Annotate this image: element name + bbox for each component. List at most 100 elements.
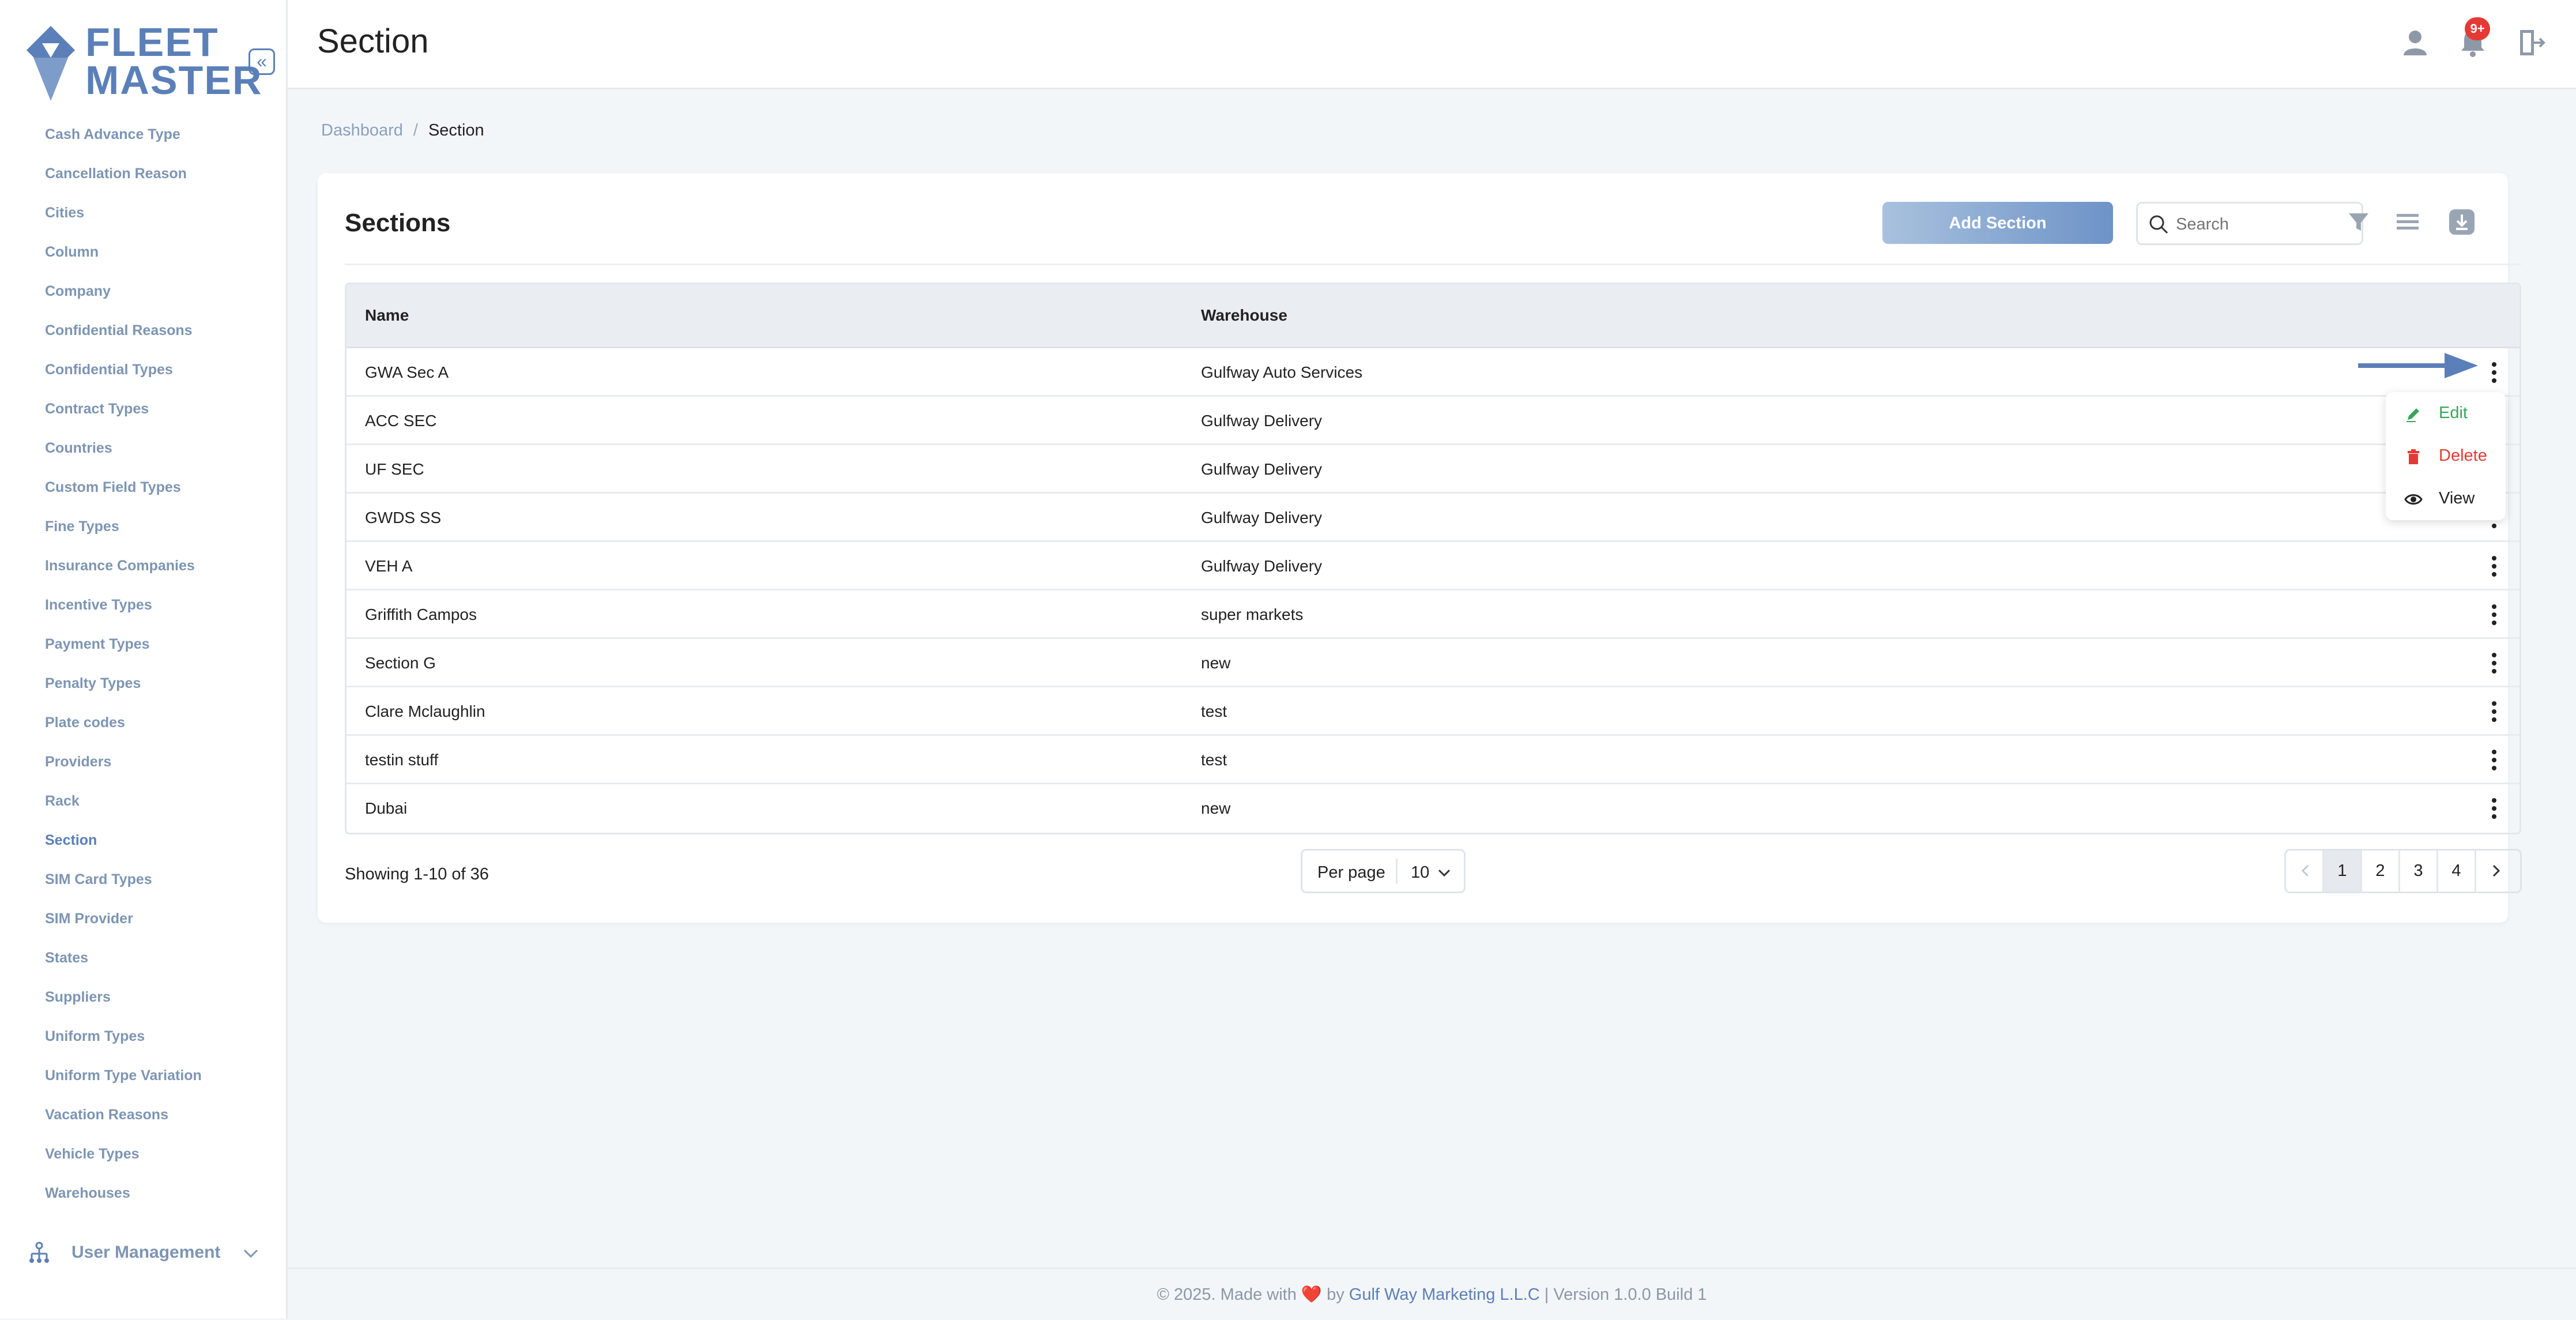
- sidebar-item-countries[interactable]: Countries: [0, 437, 286, 476]
- logo-text: FLEET MASTER: [85, 22, 263, 100]
- pencil-icon: [2406, 408, 2419, 422]
- pagination-prev-button[interactable]: [2286, 851, 2324, 892]
- cell-name: Section G: [365, 654, 436, 672]
- kebab-menu-icon[interactable]: [2485, 552, 2503, 580]
- sidebar-item-sim-provider[interactable]: SIM Provider: [0, 907, 286, 946]
- per-page-value: 10: [1411, 863, 1430, 882]
- table-row[interactable]: testin stuff test: [347, 736, 2519, 784]
- sidebar-item-company[interactable]: Company: [0, 280, 286, 319]
- logout-icon[interactable]: [2513, 25, 2548, 60]
- table-row[interactable]: GWA Sec A Gulfway Auto Services: [347, 348, 2519, 397]
- filter-icon[interactable]: [2344, 208, 2373, 236]
- search-box[interactable]: [2136, 202, 2363, 245]
- row-action-menu: Edit Delete View: [2386, 392, 2506, 520]
- sidebar-group-user-management[interactable]: User Management: [0, 1234, 286, 1274]
- list-columns-icon[interactable]: [2393, 208, 2422, 236]
- fleet-master-logo[interactable]: FLEET MASTER: [22, 22, 262, 104]
- pagination-page-4[interactable]: 4: [2438, 851, 2476, 892]
- cell-warehouse: Gulfway Delivery: [1201, 460, 1323, 478]
- sidebar-item-penalty-types[interactable]: Penalty Types: [0, 672, 286, 711]
- sidebar-item-cities[interactable]: Cities: [0, 201, 286, 240]
- cell-warehouse: new: [1201, 799, 1231, 817]
- sidebar-item-cancellation-reason[interactable]: Cancellation Reason: [0, 162, 286, 201]
- column-header-warehouse[interactable]: Warehouse: [1201, 306, 1287, 325]
- download-icon[interactable]: [2447, 208, 2476, 236]
- sidebar-item-insurance-companies[interactable]: Insurance Companies: [0, 554, 286, 593]
- breadcrumb: Dashboard / Section: [321, 121, 484, 140]
- table-row[interactable]: UF SEC Gulfway Delivery: [347, 445, 2519, 494]
- table-row[interactable]: ACC SEC Gulfway Delivery: [347, 397, 2519, 445]
- pagination-next-button[interactable]: [2476, 851, 2514, 892]
- top-header: Section 9+: [288, 0, 2576, 89]
- card-title: Sections: [345, 209, 451, 237]
- pagination-page-2[interactable]: 2: [2362, 851, 2400, 892]
- sidebar-item-confidential-types[interactable]: Confidential Types: [0, 358, 286, 397]
- heart-icon: ❤️: [1301, 1285, 1323, 1304]
- showing-count: Showing 1-10 of 36: [345, 865, 489, 883]
- sidebar-item-column[interactable]: Column: [0, 240, 286, 280]
- menu-item-delete-label: Delete: [2439, 446, 2487, 465]
- chevron-right-icon: [2492, 864, 2500, 877]
- sidebar-nav: Cash Advance Type Cancellation Reason Citi…: [0, 123, 286, 1221]
- cell-name: Clare Mclaughlin: [365, 702, 485, 720]
- sidebar-item-sim-card-types[interactable]: SIM Card Types: [0, 868, 286, 907]
- kebab-menu-icon[interactable]: [2485, 795, 2503, 822]
- menu-item-edit-label: Edit: [2439, 404, 2468, 422]
- sidebar-item-payment-types[interactable]: Payment Types: [0, 633, 286, 672]
- sidebar-item-states[interactable]: States: [0, 946, 286, 986]
- chevron-down-icon: [1438, 869, 1451, 877]
- search-input[interactable]: [2175, 209, 2356, 239]
- sidebar-item-fine-types[interactable]: Fine Types: [0, 515, 286, 554]
- table-row[interactable]: Griffith Campos super markets: [347, 591, 2519, 639]
- kebab-menu-icon[interactable]: [2485, 746, 2503, 774]
- cell-warehouse: new: [1201, 654, 1231, 672]
- menu-item-view[interactable]: View: [2386, 477, 2506, 519]
- cell-warehouse: test: [1201, 702, 1227, 720]
- sidebar-item-incentive-types[interactable]: Incentive Types: [0, 593, 286, 633]
- sidebar-item-vehicle-types[interactable]: Vehicle Types: [0, 1142, 286, 1182]
- sidebar-item-plate-codes[interactable]: Plate codes: [0, 711, 286, 750]
- table-row[interactable]: Section G new: [347, 639, 2519, 687]
- trash-icon: [2408, 449, 2419, 464]
- menu-item-edit[interactable]: Edit: [2386, 392, 2506, 434]
- table-row[interactable]: Dubai new: [347, 784, 2519, 833]
- user-profile-icon[interactable]: [2398, 25, 2432, 60]
- menu-item-delete[interactable]: Delete: [2386, 435, 2506, 476]
- table-row[interactable]: Clare Mclaughlin test: [347, 687, 2519, 736]
- sidebar-item-warehouses[interactable]: Warehouses: [0, 1182, 286, 1221]
- breadcrumb-dashboard-link[interactable]: Dashboard: [321, 121, 403, 140]
- sidebar-item-confidential-reasons[interactable]: Confidential Reasons: [0, 319, 286, 358]
- sidebar-item-uniform-types[interactable]: Uniform Types: [0, 1025, 286, 1064]
- sidebar-item-rack[interactable]: Rack: [0, 789, 286, 829]
- table-row[interactable]: VEH A Gulfway Delivery: [347, 542, 2519, 591]
- collapse-sidebar-button[interactable]: «: [248, 48, 275, 75]
- eye-icon: [2404, 494, 2423, 505]
- sidebar-item-contract-types[interactable]: Contract Types: [0, 397, 286, 437]
- search-icon: [2149, 215, 2168, 234]
- sidebar-item-suppliers[interactable]: Suppliers: [0, 986, 286, 1025]
- sidebar-item-vacation-reasons[interactable]: Vacation Reasons: [0, 1103, 286, 1142]
- cell-name: GWDS SS: [365, 509, 442, 527]
- kebab-menu-icon[interactable]: [2485, 649, 2503, 677]
- kebab-menu-icon[interactable]: [2485, 359, 2503, 386]
- cell-warehouse: Gulfway Auto Services: [1201, 363, 1363, 381]
- cell-warehouse: test: [1201, 751, 1227, 769]
- pagination-page-3[interactable]: 3: [2400, 851, 2438, 892]
- footer-company-link[interactable]: Gulf Way Marketing L.L.C: [1349, 1285, 1540, 1304]
- notification-count-badge: 9+: [2465, 17, 2490, 40]
- cell-name: GWA Sec A: [365, 363, 449, 381]
- sidebar-item-section[interactable]: Section: [0, 829, 286, 868]
- column-header-name[interactable]: Name: [365, 306, 409, 325]
- per-page-label: Per page: [1317, 863, 1385, 882]
- table-row[interactable]: GWDS SS Gulfway Delivery: [347, 494, 2519, 542]
- per-page-select[interactable]: Per page 10: [1301, 849, 1466, 893]
- add-section-button[interactable]: Add Section: [1882, 202, 2113, 244]
- sidebar-item-uniform-type-variation[interactable]: Uniform Type Variation: [0, 1064, 286, 1103]
- sidebar-item-custom-field-types[interactable]: Custom Field Types: [0, 476, 286, 515]
- sidebar-item-cash-advance-type[interactable]: Cash Advance Type: [0, 123, 286, 162]
- kebab-menu-icon[interactable]: [2485, 601, 2503, 629]
- pagination-page-1[interactable]: 1: [2324, 851, 2362, 892]
- cell-warehouse: super markets: [1201, 606, 1304, 623]
- sidebar-item-providers[interactable]: Providers: [0, 750, 286, 789]
- kebab-menu-icon[interactable]: [2485, 698, 2503, 725]
